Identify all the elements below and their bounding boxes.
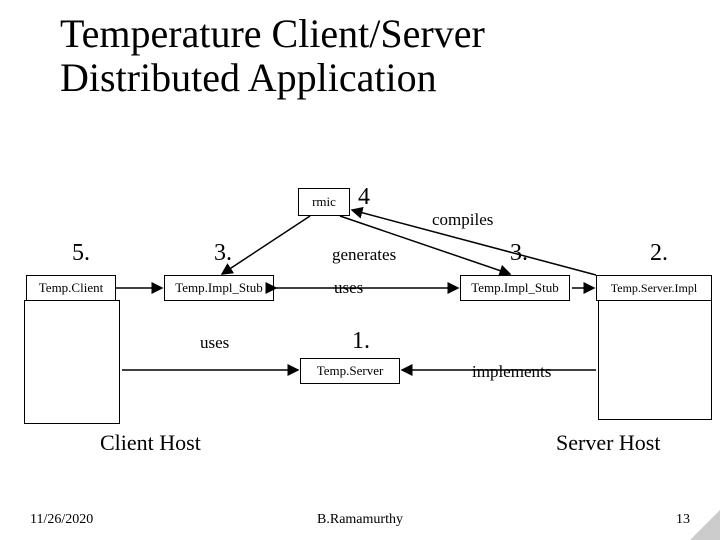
label-uses-mid: uses [200,333,229,353]
slide: Temperature Client/Server Distributed Ap… [0,0,720,540]
number-5: 5. [72,240,90,267]
page-curl-icon [690,510,720,540]
host-client-rect [24,300,120,424]
number-4: 4 [358,184,370,211]
footer-author: B.Ramamurthy [0,512,720,528]
number-2: 2. [650,240,668,267]
label-generates: generates [332,245,396,265]
box-temp-server: Temp.Server [300,358,400,384]
footer-page: 13 [676,512,690,528]
label-client-host: Client Host [100,430,201,456]
number-3a: 3. [214,240,232,267]
number-3b: 3. [510,240,528,267]
slide-title: Temperature Client/Server Distributed Ap… [60,12,660,100]
label-implements: implements [472,362,551,382]
label-server-host: Server Host [556,430,660,456]
label-uses-top: uses [334,278,363,298]
number-1: 1. [352,328,370,355]
box-server-impl: Temp.Server.Impl [596,275,712,301]
box-rmic: rmic [298,188,350,216]
box-stub-left: Temp.Impl_Stub [164,275,274,301]
box-temp-client: Temp.Client [26,275,116,301]
label-compiles: compiles [432,210,493,230]
host-server-rect [598,300,712,420]
box-stub-right: Temp.Impl_Stub [460,275,570,301]
